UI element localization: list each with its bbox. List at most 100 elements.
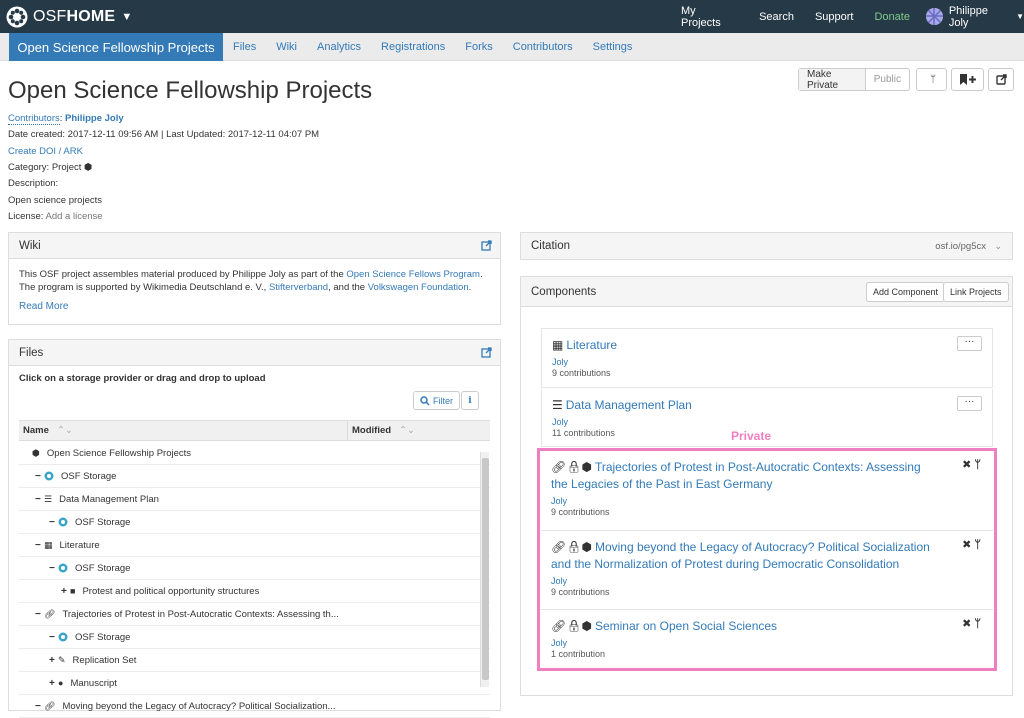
info-button[interactable]: i	[461, 391, 479, 410]
expand-toggle[interactable]: +	[49, 678, 58, 689]
tree-row[interactable]: + ✎ Replication Set	[19, 649, 490, 672]
tree-row[interactable]: − OSF Storage	[19, 465, 490, 488]
tab-contributors[interactable]: Contributors	[513, 41, 573, 53]
component-title[interactable]: 🔗︎🔒︎⬢ Moving beyond the Legacy of Autocra…	[551, 539, 983, 573]
remove-icon[interactable]: ✖	[962, 618, 971, 630]
add-license-link[interactable]: Add a license	[46, 211, 103, 222]
add-component-button[interactable]: Add Component	[866, 282, 946, 302]
nav-my-projects[interactable]: My Projects	[681, 5, 738, 29]
tab-wiki[interactable]: Wiki	[276, 41, 297, 53]
citation-link[interactable]: osf.io/pg5cx	[935, 241, 986, 252]
tree-row[interactable]: − ☰ Data Management Plan	[19, 488, 490, 511]
component-options-button[interactable]: ···	[957, 336, 982, 351]
sort-icon[interactable]: ⌃⌄	[399, 425, 415, 436]
component-contributor[interactable]: Joly	[552, 417, 982, 427]
chevron-down-icon[interactable]: ⌄	[994, 241, 1002, 252]
tree-row[interactable]: − OSF Storage	[19, 511, 490, 534]
expand-toggle[interactable]: +	[61, 586, 70, 597]
sort-icon[interactable]: ⌃⌄	[57, 425, 73, 436]
tree-row[interactable]: − OSF Storage	[19, 557, 490, 580]
collapse-toggle[interactable]: −	[49, 517, 58, 528]
tree-row[interactable]: − 🔗︎ Trajectories of Protest in Post-Auto…	[19, 603, 490, 626]
read-more-link[interactable]: Read More	[19, 301, 68, 312]
scrollbar-thumb[interactable]	[482, 458, 489, 680]
tree-row[interactable]: + ● Manuscript	[19, 672, 490, 695]
fork-icon[interactable]: ᛘ	[974, 618, 981, 630]
component-contributor[interactable]: Joly	[551, 496, 983, 506]
avatar	[925, 8, 943, 25]
storage-icon	[44, 471, 54, 481]
column-name-header[interactable]: Name ⌃⌄	[19, 421, 348, 440]
pencil-icon: ✎	[58, 654, 66, 665]
osf-program-link[interactable]: Open Science Fellows Program	[346, 269, 480, 280]
tab-analytics[interactable]: Analytics	[317, 41, 361, 53]
storage-icon	[58, 517, 68, 527]
file-tree-scrollbar[interactable]	[480, 452, 489, 687]
tab-settings[interactable]: Settings	[593, 41, 633, 53]
create-doi-link[interactable]: Create DOI / ARK	[8, 146, 83, 157]
component-contributor[interactable]: Joly	[551, 638, 983, 648]
component-trajectories: 🔗︎🔒︎⬢ Trajectories of Protest in Post-Aut…	[541, 451, 993, 529]
remove-icon[interactable]: ✖	[962, 539, 971, 551]
make-private-button[interactable]: Make Private	[799, 69, 866, 91]
column-modified-header[interactable]: Modified ⌃⌄	[348, 425, 415, 436]
column-modified-label: Modified	[352, 425, 392, 436]
external-link-icon[interactable]	[481, 240, 492, 251]
contributor-link[interactable]: Philippe Joly	[65, 113, 124, 124]
expand-toggle[interactable]: +	[49, 655, 58, 666]
nav-search[interactable]: Search	[759, 11, 794, 23]
tree-row[interactable]: ⬢ Open Science Fellowship Projects	[19, 442, 490, 465]
stifterverband-link[interactable]: Stifterverband	[269, 282, 328, 293]
tab-files[interactable]: Files	[233, 41, 256, 53]
component-title[interactable]: 🔗︎🔒︎⬢ Seminar on Open Social Sciences	[551, 618, 983, 635]
link-icon: 🔗︎	[551, 540, 567, 554]
tree-row-label: Literature	[59, 539, 100, 551]
tree-row[interactable]: − ▦ Literature	[19, 534, 490, 557]
public-button[interactable]: Public	[866, 69, 909, 90]
wiki-text: , and the	[328, 282, 368, 293]
volkswagen-link[interactable]: Volkswagen Foundation	[368, 282, 469, 293]
collapse-toggle[interactable]: −	[49, 563, 58, 574]
component-title[interactable]: 🔗︎🔒︎⬢ Trajectories of Protest in Post-Aut…	[551, 459, 983, 493]
contributors-label-link[interactable]: Contributors	[8, 113, 60, 125]
nav-donate[interactable]: Donate	[874, 11, 909, 23]
tab-forks[interactable]: Forks	[465, 41, 493, 53]
osf-home-brand[interactable]: OSFHOME ▼	[6, 6, 132, 28]
collapse-toggle[interactable]: −	[49, 632, 58, 643]
fork-icon[interactable]: ᛘ	[974, 539, 981, 551]
project-navbar: Open Science Fellowship Projects Files W…	[0, 33, 1024, 61]
component-options-button[interactable]: ···	[957, 396, 982, 411]
share-button[interactable]	[988, 68, 1014, 91]
component-contributor[interactable]: Joly	[552, 357, 982, 367]
collapse-toggle[interactable]: −	[35, 609, 44, 620]
description-text: Open science projects	[8, 195, 102, 206]
search-icon	[420, 395, 430, 406]
component-contributor[interactable]: Joly	[551, 576, 983, 586]
remove-icon[interactable]: ✖	[962, 459, 971, 471]
collapse-toggle[interactable]: −	[35, 494, 44, 505]
citation-panel[interactable]: Citation osf.io/pg5cx ⌄	[520, 232, 1013, 260]
tree-row[interactable]: + ■ Protest and political opportunity str…	[19, 580, 490, 603]
project-title-tab[interactable]: Open Science Fellowship Projects	[9, 33, 223, 61]
nav-support[interactable]: Support	[815, 11, 854, 23]
cube-icon: ⬢	[581, 619, 592, 633]
link-projects-button[interactable]: Link Projects	[943, 282, 1009, 302]
bookmark-button[interactable]	[951, 68, 984, 91]
external-link-icon[interactable]	[481, 347, 492, 358]
filter-button[interactable]: Filter	[413, 391, 460, 410]
cube-icon: ⬢	[32, 447, 40, 458]
fork-button[interactable]: ᛘ0	[916, 68, 962, 91]
collapse-toggle[interactable]: −	[35, 540, 44, 551]
tree-row[interactable]: − 🔗︎ Moving beyond the Legacy of Autocrac…	[19, 695, 490, 718]
tab-registrations[interactable]: Registrations	[381, 41, 445, 53]
tree-row[interactable]: − OSF Storage	[19, 626, 490, 649]
top-nav-links: My Projects Search Support Donate Philip…	[660, 0, 1024, 33]
collapse-toggle[interactable]: −	[35, 471, 44, 482]
user-menu[interactable]: Philippe Joly ▼	[925, 5, 1024, 29]
collapse-toggle[interactable]: −	[35, 701, 44, 712]
component-title[interactable]: ☰ Data Management Plan	[552, 397, 982, 414]
tree-row-label: Trajectories of Protest in Post-Autocrat…	[62, 608, 339, 620]
private-annotation-label: Private	[731, 429, 772, 443]
component-title[interactable]: ▦ Literature	[552, 337, 982, 354]
fork-icon[interactable]: ᛘ	[974, 459, 981, 471]
